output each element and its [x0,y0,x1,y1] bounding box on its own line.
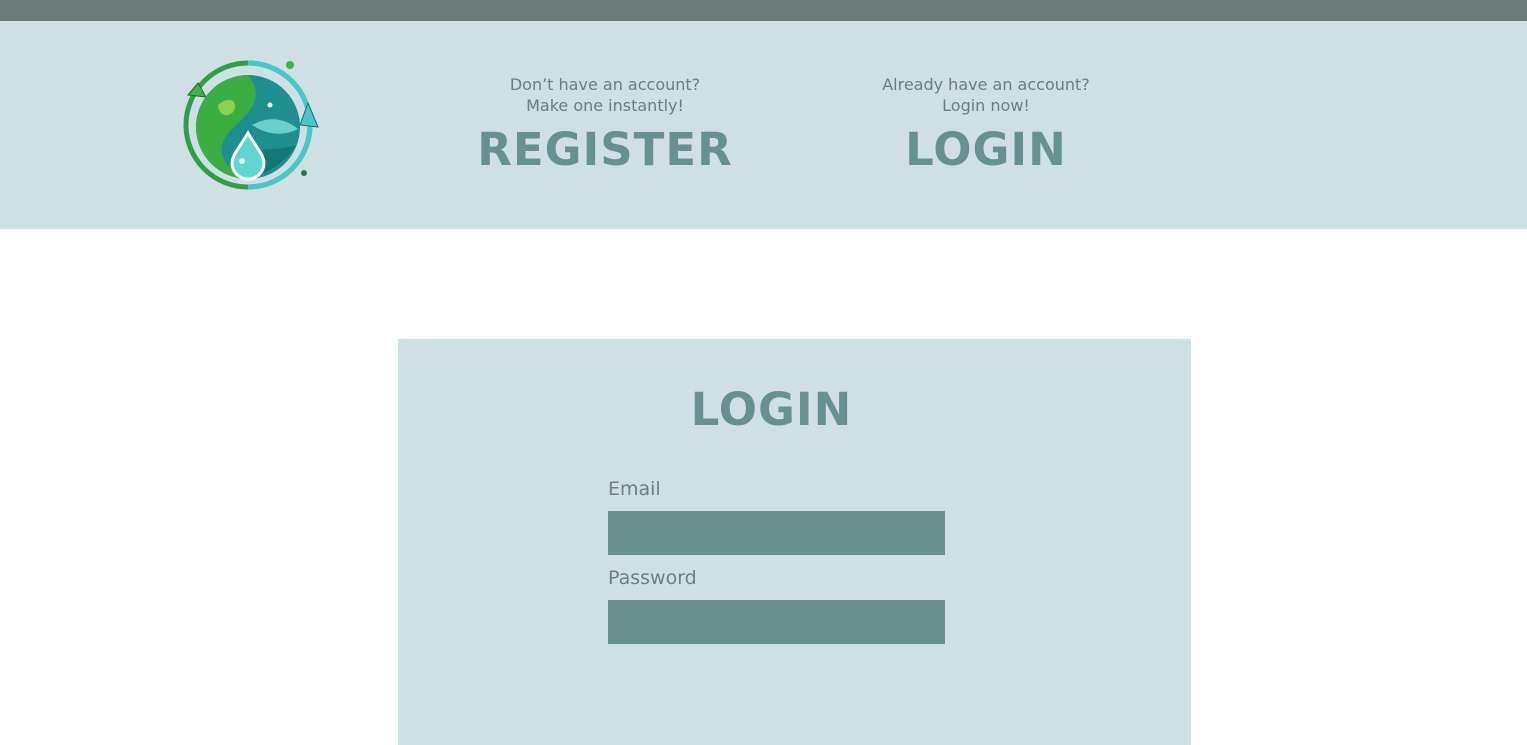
login-title: LOGIN [690,383,853,436]
login-prompt-line2: Login now! [942,96,1030,115]
login-prompt-line1: Already have an account? [882,75,1090,94]
login-panel: LOGIN Email Password [398,339,1191,745]
site-header: Don’t have an account? Make one instantl… [0,21,1527,229]
email-input[interactable] [608,511,945,555]
logo-icon[interactable] [178,55,322,193]
password-input[interactable] [608,600,945,644]
login-link[interactable]: LOGIN [842,124,1130,176]
register-link[interactable]: REGISTER [462,124,748,176]
register-prompt-line1: Don’t have an account? [509,75,701,94]
register-prompt-line2: Make one instantly! [526,96,684,115]
email-label: Email [608,478,661,500]
register-nav-block: Don’t have an account? Make one instantl… [462,74,748,176]
login-nav-block: Already have an account? Login now! LOGI… [842,74,1130,176]
password-label: Password [608,567,697,589]
top-strip [0,0,1527,21]
